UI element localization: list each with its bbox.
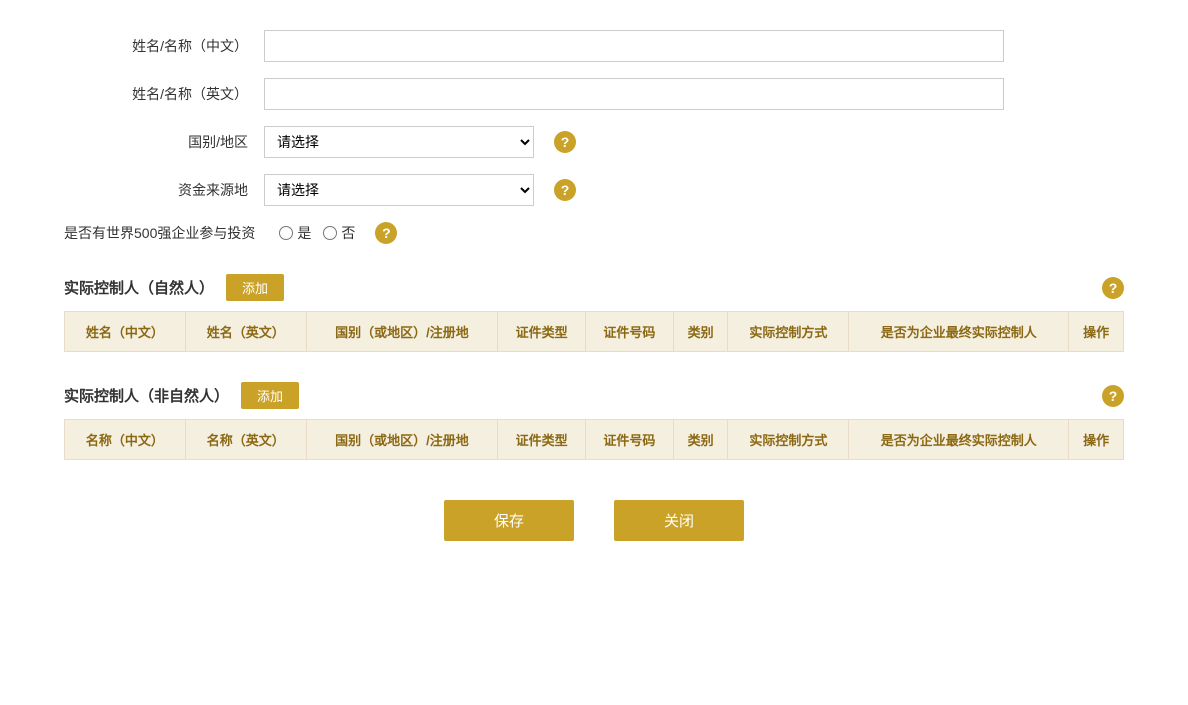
section1-col-5: 类别 [673,312,728,352]
name-cn-row: 姓名/名称（中文） [64,30,1124,62]
section1-col-0: 姓名（中文） [65,312,186,352]
section1-table: 姓名（中文） 姓名（英文） 国别（或地区）/注册地 证件类型 证件号码 类别 实… [64,311,1124,352]
radio-no-label: 否 [341,223,355,243]
section2-col-4: 证件号码 [585,420,673,460]
section2-table-header-row: 名称（中文） 名称（英文） 国别（或地区）/注册地 证件类型 证件号码 类别 实… [65,420,1124,460]
section2-col-1: 名称（英文） [185,420,306,460]
section2-col-5: 类别 [673,420,728,460]
section1-header: 实际控制人（自然人） 添加 ? [64,264,1124,311]
radio-no[interactable] [323,226,337,240]
section2-col-2: 国别（或地区）/注册地 [306,420,498,460]
country-select[interactable]: 请选择 [264,126,534,158]
section1-col-2: 国别（或地区）/注册地 [306,312,498,352]
radio-yes-label: 是 [297,223,311,243]
section2-header: 实际控制人（非自然人） 添加 ? [64,372,1124,419]
country-help-icon[interactable]: ? [554,131,576,153]
name-en-input[interactable] [264,78,1004,110]
main-container: 姓名/名称（中文） 姓名/名称（英文） 国别/地区 请选择 ? 资金来源地 请选… [64,30,1124,571]
section2-help-icon[interactable]: ? [1102,385,1124,407]
section2-add-button[interactable]: 添加 [241,382,299,409]
name-en-label: 姓名/名称（英文） [64,84,264,104]
fund-source-row: 资金来源地 请选择 ? [64,174,1124,206]
section2-table: 名称（中文） 名称（英文） 国别（或地区）/注册地 证件类型 证件号码 类别 实… [64,419,1124,460]
country-label: 国别/地区 [64,132,264,152]
radio-no-item[interactable]: 否 [323,223,355,243]
fortune500-radio-group: 是 否 [279,223,355,243]
name-cn-input[interactable] [264,30,1004,62]
fortune500-row: 是否有世界500强企业参与投资 是 否 ? [64,222,1124,244]
section2-col-7: 是否为企业最终实际控制人 [849,420,1069,460]
fund-source-help-icon[interactable]: ? [554,179,576,201]
fund-source-label: 资金来源地 [64,180,264,200]
section1-block: 实际控制人（自然人） 添加 ? 姓名（中文） 姓名（英文） 国别（或地区）/注册… [64,264,1124,352]
close-button[interactable]: 关闭 [614,500,744,541]
fortune500-help-icon[interactable]: ? [375,222,397,244]
section1-add-button[interactable]: 添加 [226,274,284,301]
section1-col-4: 证件号码 [585,312,673,352]
section2-block: 实际控制人（非自然人） 添加 ? 名称（中文） 名称（英文） 国别（或地区）/注… [64,372,1124,460]
section2-title: 实际控制人（非自然人） [64,385,229,406]
save-button[interactable]: 保存 [444,500,574,541]
section1-help-icon[interactable]: ? [1102,277,1124,299]
name-cn-label: 姓名/名称（中文） [64,36,264,56]
fortune500-label: 是否有世界500强企业参与投资 [64,223,279,243]
fund-source-select[interactable]: 请选择 [264,174,534,206]
section1-col-7: 是否为企业最终实际控制人 [849,312,1069,352]
section2-col-0: 名称（中文） [65,420,186,460]
section1-col-6: 实际控制方式 [728,312,849,352]
radio-yes-item[interactable]: 是 [279,223,311,243]
section1-col-1: 姓名（英文） [185,312,306,352]
section2-col-3: 证件类型 [498,420,586,460]
section1-col-3: 证件类型 [498,312,586,352]
bottom-buttons: 保存 关闭 [64,500,1124,571]
country-row: 国别/地区 请选择 ? [64,126,1124,158]
section1-col-8: 操作 [1069,312,1124,352]
section1-table-header-row: 姓名（中文） 姓名（英文） 国别（或地区）/注册地 证件类型 证件号码 类别 实… [65,312,1124,352]
section2-col-6: 实际控制方式 [728,420,849,460]
section1-title: 实际控制人（自然人） [64,277,214,298]
radio-yes[interactable] [279,226,293,240]
name-en-row: 姓名/名称（英文） [64,78,1124,110]
form-section: 姓名/名称（中文） 姓名/名称（英文） 国别/地区 请选择 ? 资金来源地 请选… [64,30,1124,244]
section2-col-8: 操作 [1069,420,1124,460]
